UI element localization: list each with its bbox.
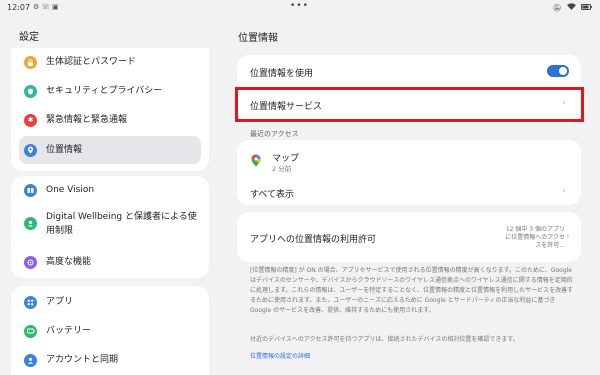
sidebar-item-label: バッテリー <box>46 325 92 336</box>
status-right-icons: 🔕︎ <box>550 3 592 12</box>
sidebar-item-label: Digital Wellbeing と保護者による使用制限 <box>46 212 197 236</box>
advanced-icon <box>24 255 37 269</box>
location-services-highlight <box>235 87 584 122</box>
recent-app-time: 2 分前 <box>272 165 292 173</box>
account-icon <box>24 353 37 367</box>
sidebar-item-label: セキュリティとプライバシー <box>46 85 163 96</box>
sidebar-group-security: 生体認証とパスワード セキュリティとプライバシー ✱ 緊急情報と緊急通報 位置情… <box>11 48 209 171</box>
sidebar-item-label: 位置情報 <box>46 144 83 155</box>
location-accuracy-description: [位置情報の精度] が ON の場合、アプリやサービスで使用される位置情報の精度… <box>250 267 574 314</box>
wifi-icon <box>566 3 578 12</box>
sidebar-item-location[interactable]: 位置情報 <box>19 136 201 164</box>
sidebar-group-system: アプリ バッテリー アカウントと同期 <box>11 286 209 375</box>
app-permission-summary: 12 個中 3 個のアプリに位置情報へのアクセスを許可... <box>505 226 565 249</box>
sidebar-item-one-vision[interactable]: One Vision <box>19 176 201 204</box>
lock-icon <box>24 55 37 69</box>
sidebar-item-label: アカウントと同期 <box>46 354 119 365</box>
sidebar-item-label: アプリ <box>46 296 74 307</box>
mute-icon: 🔕︎ <box>552 4 562 12</box>
sidebar-item-biometrics[interactable]: 生体認証とパスワード <box>19 48 201 76</box>
window-menu-dots[interactable]: ••• <box>290 1 309 11</box>
status-time: 12:07 <box>7 3 31 12</box>
sidebar-item-emergency[interactable]: ✱ 緊急情報と緊急通報 <box>19 106 201 134</box>
sidebar-item-accounts[interactable]: アカウントと同期 <box>19 346 201 374</box>
sidebar-item-label: 生体認証とパスワード <box>46 56 137 67</box>
location-settings-learn-more-link[interactable]: 位置情報の設定の詳細 <box>250 351 310 360</box>
sidebar-title: 設定 <box>19 32 39 43</box>
shield-icon <box>24 84 37 98</box>
nearby-devices-description: 付近のデバイスへのアクセス許可を持つアプリは、接続されたデバイスの相対位置を確認… <box>250 336 519 343</box>
use-location-label: 位置情報を使用 <box>250 69 314 79</box>
sidebar-item-battery[interactable]: バッテリー <box>19 317 201 345</box>
sidebar-item-advanced[interactable]: 高度な機能 <box>19 248 201 276</box>
show-all-link[interactable]: すべて表示 <box>250 187 294 200</box>
apps-icon <box>24 295 37 309</box>
chevron-right-icon: › <box>566 232 570 242</box>
toggle-knob <box>559 67 567 75</box>
page-title: 位置情報 <box>238 33 278 44</box>
status-bar: 12:07 ⚙☏▣ ••• 🔕︎ <box>0 0 600 16</box>
location-icon <box>24 143 37 157</box>
maps-app-icon <box>251 152 261 171</box>
one-vision-icon <box>24 183 37 197</box>
sidebar-item-security-privacy[interactable]: セキュリティとプライバシー <box>19 77 201 105</box>
image-status-icon: ▣ <box>52 3 61 11</box>
phone-status-icon: ☏ <box>41 3 53 11</box>
chevron-right-icon: › <box>562 186 566 196</box>
recent-access-section-label: 最近のアクセス <box>250 130 299 138</box>
sidebar-group-features: One Vision Digital Wellbeing と保護者による使用制限… <box>11 176 209 278</box>
sidebar-item-label: 緊急情報と緊急通報 <box>46 114 128 125</box>
wellbeing-icon <box>24 217 37 230</box>
sidebar-item-label: One Vision <box>46 184 95 195</box>
app-permission-label[interactable]: アプリへの位置情報の利用許可 <box>250 232 376 245</box>
use-location-toggle[interactable] <box>547 65 569 77</box>
sidebar-item-label: 高度な機能 <box>46 256 92 267</box>
sidebar-item-digital-wellbeing[interactable]: Digital Wellbeing と保護者による使用制限 <box>19 206 201 240</box>
battery-setting-icon <box>24 324 37 338</box>
sidebar-item-apps[interactable]: アプリ <box>19 288 201 316</box>
status-left-icons: ⚙☏▣ <box>33 3 61 11</box>
battery-icon <box>581 4 592 12</box>
emergency-icon: ✱ <box>24 113 37 127</box>
